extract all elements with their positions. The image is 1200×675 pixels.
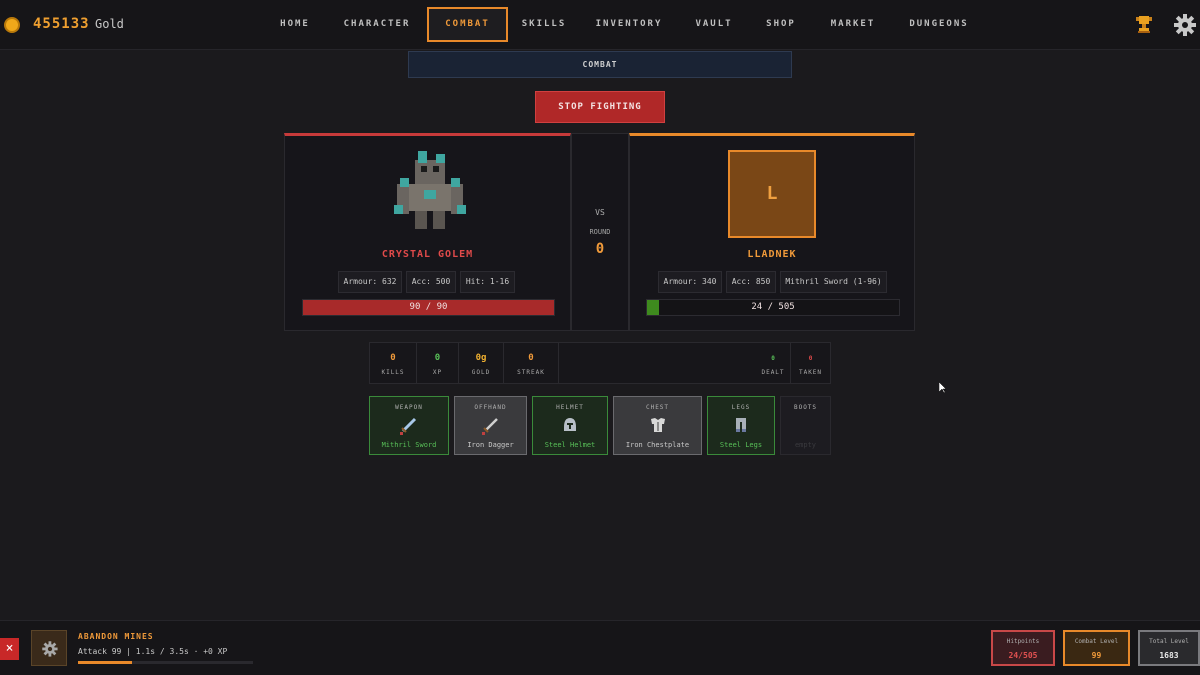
equip-slot-label: LEGS: [731, 404, 751, 411]
combat-stats-row: 0 KILLS 0 XP 0g GOLD 0 STREAK 0 DEALT 0 …: [369, 342, 831, 384]
total-level-value: 1683: [1159, 651, 1179, 660]
equip-slot-label: BOOTS: [793, 404, 818, 411]
kills-label: KILLS: [381, 369, 405, 376]
equip-slot-weapon[interactable]: WEAPON Mithril Sword: [369, 396, 449, 455]
activity-description: Attack 99 | 1.1s / 3.5s · +0 XP: [78, 647, 228, 656]
nav-character[interactable]: CHARACTER: [338, 7, 416, 42]
enemy-hit-stat: Hit: 1-16: [460, 271, 515, 293]
equip-slot-chest[interactable]: CHEST Iron Chestplate: [613, 396, 702, 455]
helmet-icon: [564, 418, 576, 431]
sword-icon: [400, 417, 417, 435]
combat-section-title: COMBAT: [408, 51, 792, 78]
total-level-label: Total Level: [1149, 638, 1189, 645]
player-weapon-stat: Mithril Sword (1-96): [780, 271, 887, 293]
equip-slot-offhand[interactable]: OFFHAND Iron Dagger: [454, 396, 527, 455]
chestplate-icon: [650, 418, 665, 432]
taken-label: TAKEN: [798, 369, 823, 376]
equip-item-name: Mithril Sword: [381, 441, 437, 449]
equip-slot-legs[interactable]: LEGS Steel Legs: [707, 396, 775, 455]
activity-progress-bar: [78, 661, 253, 664]
xp-stat: 0 XP: [417, 343, 459, 383]
dagger-icon: [481, 418, 498, 435]
nav-combat[interactable]: COMBAT: [427, 7, 508, 42]
streak-label: STREAK: [517, 369, 545, 376]
equip-item-name: Steel Helmet: [544, 441, 596, 449]
bottom-activity-bar: × ABANDON MINES Attack 99 | 1.1s / 3.5s …: [0, 620, 1200, 675]
activity-progress-fill: [78, 661, 133, 664]
streak-value: 0: [528, 353, 534, 363]
equip-item-name: Iron Chestplate: [625, 441, 690, 449]
nav-skills[interactable]: SKILLS: [518, 7, 570, 42]
enemy-panel: CRYSTAL GOLEM Armour: 632 Acc: 500 Hit: …: [284, 133, 571, 331]
gold-coin-icon: [4, 17, 20, 33]
equip-item-name: Steel Legs: [719, 441, 763, 449]
nav-vault[interactable]: VAULT: [688, 7, 740, 42]
player-avatar: L: [728, 150, 816, 238]
combat-level-label: Combat Level: [1074, 638, 1119, 645]
equip-slot-label: WEAPON: [395, 404, 423, 411]
player-health-text: 24 / 505: [751, 302, 795, 312]
xp-value: 0: [434, 353, 441, 363]
nav-market[interactable]: MARKET: [823, 7, 883, 42]
equip-slot-label: OFFHAND: [474, 404, 507, 411]
enemy-health-text: 90 / 90: [409, 302, 448, 312]
equip-slot-helmet[interactable]: HELMET Steel Helmet: [532, 396, 608, 455]
dealt-stat: 0 DEALT: [756, 343, 790, 383]
streak-stat: 0 STREAK: [504, 343, 559, 383]
enemy-accuracy-stat: Acc: 500: [406, 271, 456, 293]
top-bar: 455133 Gold HOME CHARACTER COMBAT SKILLS…: [0, 0, 1200, 50]
dealt-value: 0: [771, 355, 775, 362]
mouse-cursor-icon: [939, 382, 947, 394]
taken-value: 0: [808, 355, 813, 362]
combat-level-box[interactable]: Combat Level 99: [1063, 630, 1130, 666]
activity-gear-icon: [31, 630, 67, 666]
versus-panel: VS ROUND 0: [571, 133, 629, 331]
equip-slot-boots[interactable]: BOOTS empty: [780, 396, 831, 455]
equip-slot-label: HELMET: [556, 404, 584, 411]
total-level-box[interactable]: Total Level 1683: [1138, 630, 1200, 666]
dealt-label: DEALT: [761, 369, 785, 376]
gold-amount: 455133: [33, 16, 90, 32]
crystal-golem-sprite: [394, 151, 466, 229]
nav-shop[interactable]: SHOP: [759, 7, 803, 42]
vs-label: VS: [595, 208, 605, 217]
enemy-armour-stat: Armour: 632: [338, 271, 402, 293]
player-accuracy-stat: Acc: 850: [726, 271, 776, 293]
nav-home[interactable]: HOME: [266, 7, 324, 42]
legs-icon: [736, 418, 746, 432]
equip-item-name: empty: [794, 441, 817, 449]
equip-item-name: Iron Dagger: [467, 441, 514, 449]
combat-level-value: 99: [1091, 651, 1102, 660]
xp-label: XP: [432, 369, 443, 376]
trophy-icon[interactable]: [1136, 15, 1152, 35]
round-value: 0: [595, 241, 605, 257]
enemy-name: CRYSTAL GOLEM: [381, 249, 474, 260]
hitpoints-label: Hitpoints: [1006, 638, 1040, 645]
player-panel: L LLADNEK Armour: 340 Acc: 850 Mithril S…: [629, 133, 915, 331]
gold-earned-label: GOLD: [471, 369, 491, 376]
player-armour-stat: Armour: 340: [658, 271, 722, 293]
player-health-bar: 24 / 505: [646, 299, 900, 316]
stop-fighting-button[interactable]: STOP FIGHTING: [535, 91, 665, 123]
activity-title: ABANDON MINES: [78, 632, 154, 641]
close-activity-button[interactable]: ×: [0, 638, 19, 660]
hitpoints-level-box[interactable]: Hitpoints 24/505: [991, 630, 1055, 666]
gold-earned-value: 0g: [475, 353, 487, 363]
settings-gear-icon[interactable]: [1174, 14, 1196, 36]
hitpoints-value: 24/505: [1008, 651, 1038, 660]
round-label: ROUND: [589, 228, 611, 236]
nav-dungeons[interactable]: DUNGEONS: [903, 7, 975, 42]
taken-stat: 0 TAKEN: [790, 343, 830, 383]
nav-inventory[interactable]: INVENTORY: [590, 7, 668, 42]
gold-stat: 0g GOLD: [459, 343, 504, 383]
enemy-health-bar: 90 / 90: [302, 299, 555, 316]
player-name: LLADNEK: [747, 249, 797, 260]
kills-value: 0: [390, 353, 396, 363]
gold-label: Gold: [95, 17, 124, 31]
kills-stat: 0 KILLS: [370, 343, 417, 383]
equip-slot-label: CHEST: [645, 404, 670, 411]
